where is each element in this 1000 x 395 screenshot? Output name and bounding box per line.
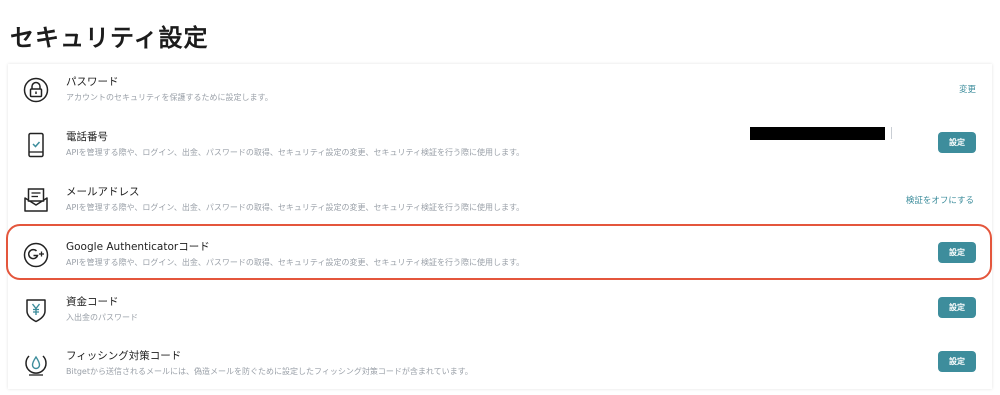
change-password-link[interactable]: 変更 [959, 83, 976, 95]
phone-setup-button[interactable]: 設定 [938, 132, 976, 153]
anti-phishing-title: フィッシング対策コード [66, 350, 182, 362]
email-description: APIを管理する際や、ログイン、出金、パスワードの取得、セキュリティ設定の変更、… [66, 203, 525, 212]
fund-code-title: 資金コード [66, 296, 119, 308]
phone-description: APIを管理する際や、ログイン、出金、パスワードの取得、セキュリティ設定の変更、… [66, 148, 525, 157]
list-item-anti-phishing: フィッシング対策コード Bitgetから送信されるメールには、偽造メールを防ぐた… [8, 338, 992, 392]
fund-code-setup-button[interactable]: 設定 [938, 297, 976, 318]
lock-icon [22, 76, 50, 104]
list-item-email: メールアドレス APIを管理する際や、ログイン、出金、パスワードの取得、セキュリ… [8, 174, 992, 228]
phone-icon [22, 131, 50, 159]
list-item-fund-code: 資金コード 入出金のパスワード 設定 [8, 284, 992, 338]
email-title: メールアドレス [66, 186, 140, 198]
redacted-email-address [750, 127, 885, 140]
list-item-password: パスワード アカウントのセキュリティを保護するために設定します。 変更 [8, 64, 992, 118]
password-title: パスワード [66, 76, 119, 88]
password-description: アカウントのセキュリティを保護するために設定します。 [66, 93, 273, 102]
page-title: セキュリティ設定 [10, 24, 209, 52]
disable-verification-link[interactable]: 検証をオフにする [906, 194, 974, 206]
anti-phishing-setup-button[interactable]: 設定 [938, 351, 976, 372]
divider [891, 127, 892, 139]
fund-code-description: 入出金のパスワード [66, 313, 138, 322]
phone-title: 電話番号 [66, 131, 108, 143]
highlight-annotation [6, 224, 992, 280]
mail-icon [22, 186, 50, 214]
anti-phishing-description: Bitgetから送信されるメールには、偽造メールを防ぐために設定したフィッシング… [66, 367, 473, 376]
anti-phishing-icon [22, 350, 50, 378]
yen-shield-icon [22, 296, 50, 324]
